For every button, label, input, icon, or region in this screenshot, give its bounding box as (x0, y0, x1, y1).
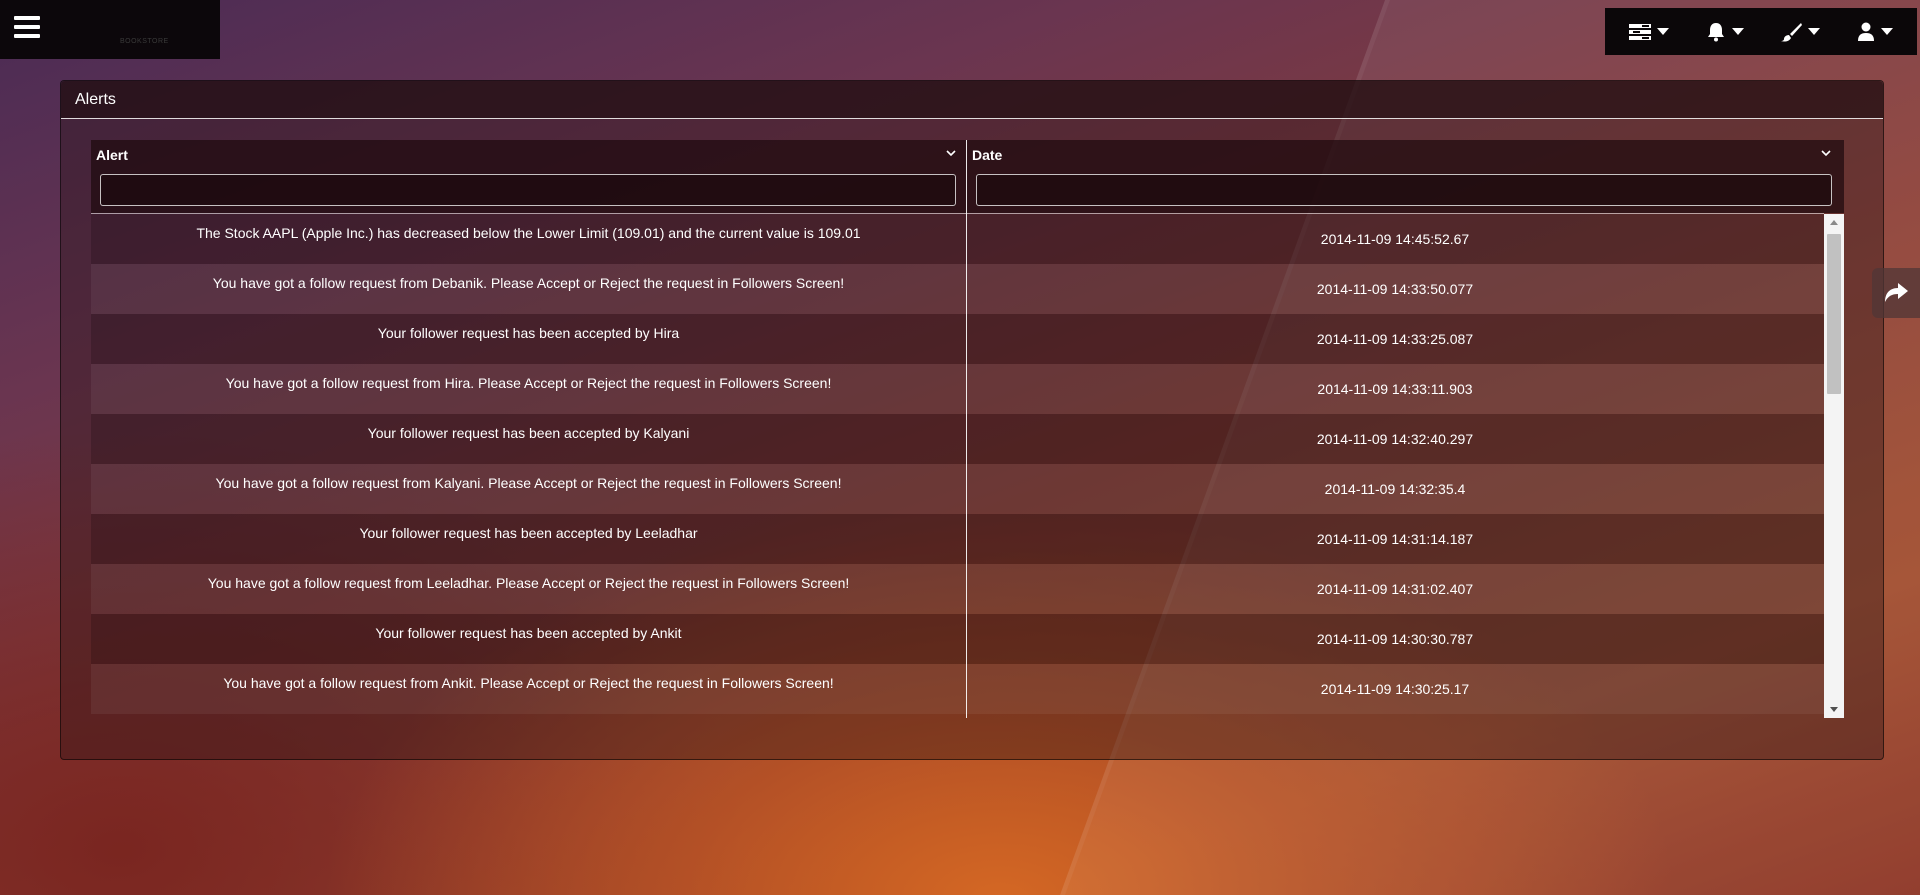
scrollbar-thumb[interactable] (1827, 234, 1841, 394)
vertical-scrollbar[interactable] (1824, 214, 1844, 718)
alert-cell: You have got a follow request from Deban… (212, 275, 845, 291)
paintbrush-icon (1781, 22, 1803, 42)
alert-cell: You have got a follow request from Hira.… (225, 375, 832, 391)
date-cell: 2014-11-09 14:31:02.407 (1316, 581, 1474, 597)
bell-icon (1707, 22, 1724, 41)
column-title-alert: Alert (96, 147, 128, 163)
chevron-down-icon (1880, 28, 1893, 35)
account-menu-button[interactable] (1851, 16, 1899, 48)
table-row[interactable]: Your follower request has been accepted … (91, 314, 1824, 364)
app-logo: BOOKSTORE (120, 38, 169, 45)
alert-cell: You have got a follow request from Ankit… (223, 675, 834, 691)
column-header-alert: Alert (91, 140, 966, 213)
alert-cell: Your follower request has been accepted … (377, 325, 680, 341)
share-button[interactable] (1872, 268, 1920, 318)
date-cell: 2014-11-09 14:45:52.67 (1320, 231, 1470, 247)
notifications-menu-button[interactable] (1700, 16, 1750, 48)
grid-body: The Stock AAPL (Apple Inc.) has decrease… (91, 214, 1824, 718)
alert-cell: The Stock AAPL (Apple Inc.) has decrease… (196, 225, 861, 241)
table-row[interactable]: Your follower request has been accepted … (91, 514, 1824, 564)
alert-cell: You have got a follow request from Kalya… (215, 475, 842, 491)
table-row[interactable]: You have got a follow request from Ankit… (91, 664, 1824, 714)
column-menu-chevron-icon[interactable] (1820, 148, 1832, 158)
hamburger-menu-icon[interactable] (0, 0, 54, 54)
app-logo-bar: BOOKSTORE (0, 0, 220, 59)
alert-cell: Your follower request has been accepted … (359, 525, 698, 541)
alert-cell: Your follower request has been accepted … (367, 425, 690, 441)
table-row[interactable]: You have got a follow request from Leela… (91, 564, 1824, 614)
column-divider (966, 140, 967, 718)
alerts-panel: Alerts Alert Date The Stock AAPL (Apple … (60, 80, 1884, 760)
column-header-date: Date (967, 140, 1844, 213)
grid-header: Alert Date (91, 140, 1844, 213)
date-cell: 2014-11-09 14:30:25.17 (1320, 681, 1470, 697)
share-arrow-icon (1885, 283, 1908, 302)
alert-cell: You have got a follow request from Leela… (207, 575, 850, 591)
table-row[interactable]: You have got a follow request from Hira.… (91, 364, 1824, 414)
views-menu-button[interactable] (1623, 17, 1675, 47)
scroll-down-arrow-icon[interactable] (1824, 701, 1844, 718)
date-cell: 2014-11-09 14:33:25.087 (1316, 331, 1474, 347)
table-row[interactable]: You have got a follow request from Deban… (91, 264, 1824, 314)
alert-cell: Your follower request has been accepted … (375, 625, 682, 641)
table-row[interactable]: The Stock AAPL (Apple Inc.) has decrease… (91, 214, 1824, 264)
date-cell: 2014-11-09 14:32:40.297 (1316, 431, 1474, 447)
table-row[interactable]: Your follower request has been accepted … (91, 614, 1824, 664)
panel-title: Alerts (61, 81, 1883, 119)
top-toolbar (1605, 8, 1917, 55)
date-cell: 2014-11-09 14:32:35.4 (1324, 481, 1466, 497)
list-view-icon (1629, 23, 1652, 40)
date-cell: 2014-11-09 14:33:11.903 (1317, 381, 1473, 397)
chevron-down-icon (1731, 28, 1744, 35)
alerts-grid: Alert Date The Stock AAPL (Apple Inc.) h… (91, 140, 1844, 718)
chevron-down-icon (1657, 28, 1670, 35)
chevron-down-icon (1808, 28, 1821, 35)
column-menu-chevron-icon[interactable] (945, 148, 957, 158)
table-row[interactable]: Your follower request has been accepted … (91, 414, 1824, 464)
alert-filter-input[interactable] (100, 174, 956, 206)
user-icon (1857, 22, 1874, 41)
column-title-date: Date (972, 147, 1003, 163)
date-filter-input[interactable] (976, 174, 1832, 206)
date-cell: 2014-11-09 14:33:50.077 (1316, 281, 1474, 297)
date-cell: 2014-11-09 14:31:14.187 (1316, 531, 1474, 547)
table-row[interactable]: You have got a follow request from Kalya… (91, 464, 1824, 514)
date-cell: 2014-11-09 14:30:30.787 (1316, 631, 1474, 647)
scroll-up-arrow-icon[interactable] (1824, 214, 1844, 231)
themes-menu-button[interactable] (1774, 16, 1826, 48)
